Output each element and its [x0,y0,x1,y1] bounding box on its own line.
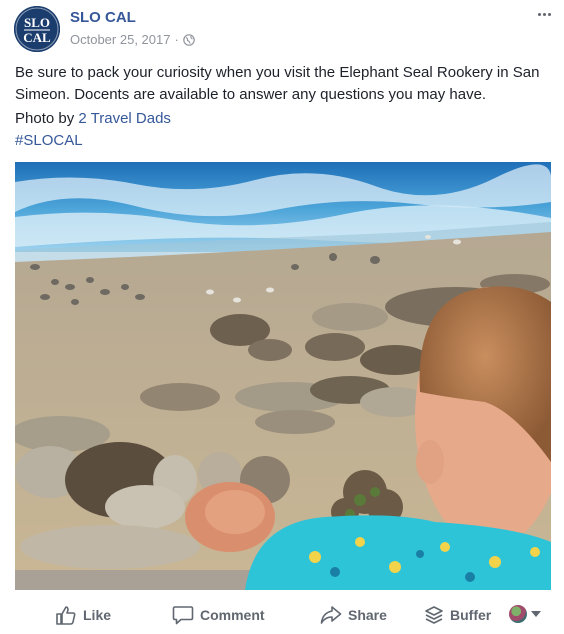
credit-link[interactable]: 2 Travel Dads [78,110,171,127]
post-date[interactable]: October 25, 2017 [70,32,170,47]
post-message: Be sure to pack your curiosity when you … [15,64,540,103]
credit-prefix: Photo by [15,110,79,127]
meta-separator: · [174,32,179,47]
page-name-link[interactable]: SLO CAL [70,9,136,26]
svg-text:CAL: CAL [23,30,51,45]
post-as-selector[interactable] [509,605,541,623]
comment-label: Comment [200,607,265,623]
hashtag-link[interactable]: #SLOCAL [15,130,83,152]
comment-bubble-icon [172,606,194,625]
thumbs-up-icon [56,606,76,625]
globe-icon[interactable] [183,33,195,46]
share-button[interactable]: Share [320,602,387,628]
buffer-label: Buffer [450,607,492,623]
more-options-icon[interactable] [534,6,554,22]
like-button[interactable]: Like [55,602,111,628]
post-photo[interactable] [15,162,551,590]
photo-credit: Photo by 2 Travel Dads [15,108,171,130]
buffer-stack-icon [425,606,443,624]
svg-text:SLO: SLO [24,15,50,30]
share-arrow-icon [320,606,342,624]
like-label: Like [83,607,112,623]
buffer-button[interactable]: Buffer [424,602,491,628]
page-mini-avatar [509,605,527,623]
comment-button[interactable]: Comment [172,602,265,628]
post-meta: October 25, 2017 · [70,32,195,47]
page-avatar[interactable]: SLO CAL [14,6,60,52]
chevron-down-icon [531,611,541,617]
post-action-bar: Like Comment Share Buffer [0,598,564,632]
elephant-seal-beach-image [15,162,551,590]
slo-cal-logo: SLO CAL [14,6,60,52]
facebook-post: SLO CAL SLO CAL October 25, 2017 · Be su… [0,0,564,634]
share-label: Share [348,607,387,623]
